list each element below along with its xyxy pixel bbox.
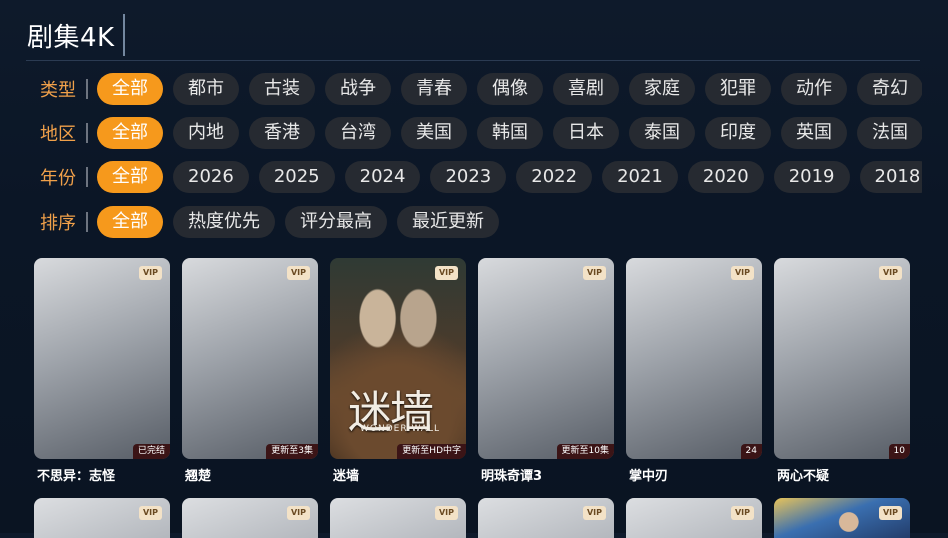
poster-image: VIP 已完结 [34, 258, 170, 459]
chip-hongkong[interactable]: 香港 [249, 117, 315, 149]
filter-row-type: 类型 全部 都市 古装 战争 青春 偶像 喜剧 家庭 犯罪 动作 奇幻 [0, 71, 922, 107]
chip-2020[interactable]: 2020 [687, 161, 764, 193]
filter-row-sort: 排序 全部 热度优先 评分最高 最近更新 [0, 204, 922, 240]
filter-chips-sort: 全部 热度优先 评分最高 最近更新 [97, 206, 509, 238]
filter-chips-type: 全部 都市 古装 战争 青春 偶像 喜剧 家庭 犯罪 动作 奇幻 [97, 73, 922, 105]
chip-comedy[interactable]: 喜剧 [553, 73, 619, 105]
video-title: 翘楚 [185, 469, 212, 484]
poster-subtitle-art: WONDER WALL [360, 424, 441, 434]
vip-badge: VIP [730, 266, 754, 280]
video-title: 明珠奇谭3 [481, 469, 543, 484]
poster-image: VIP [478, 498, 614, 538]
filter-separator [86, 167, 88, 187]
poster-image: VIP 10 [774, 258, 910, 459]
chip-2021[interactable]: 2021 [602, 161, 678, 193]
poster-image: VIP [34, 498, 170, 538]
chip-usa[interactable]: 美国 [401, 117, 467, 149]
chip-korea[interactable]: 韩国 [477, 117, 543, 149]
vip-badge: VIP [434, 506, 458, 520]
chip-youth[interactable]: 青春 [401, 73, 467, 105]
chip-2023[interactable]: 2023 [430, 161, 507, 193]
chip-2022[interactable]: 2022 [516, 161, 593, 193]
chip-war[interactable]: 战争 [325, 73, 391, 105]
chip-all[interactable]: 全部 [97, 117, 163, 149]
chip-2019[interactable]: 2019 [773, 161, 850, 193]
chip-family[interactable]: 家庭 [629, 73, 695, 105]
vip-badge: VIP [730, 506, 754, 520]
chip-crime[interactable]: 犯罪 [705, 73, 771, 105]
chip-japan[interactable]: 日本 [553, 117, 619, 149]
chip-idol[interactable]: 偶像 [477, 73, 543, 105]
filter-chips-year: 全部 2026 2025 2024 2023 2022 2021 2020 20… [97, 161, 922, 193]
chip-taiwan[interactable]: 台湾 [325, 117, 391, 149]
poster-image: VIP [182, 498, 318, 538]
page-title: 剧集4K [27, 22, 115, 53]
vip-badge: VIP [138, 266, 162, 280]
poster-image: VIP [626, 498, 762, 538]
video-title: 不思异：志怪 [37, 469, 116, 484]
chip-mainland[interactable]: 内地 [173, 117, 239, 149]
status-badge: 更新至3集 [266, 444, 318, 459]
chip-2018[interactable]: 2018 [859, 161, 922, 193]
filter-chips-region: 全部 内地 香港 台湾 美国 韩国 日本 泰国 印度 英国 法国 [97, 117, 922, 149]
chip-all[interactable]: 全部 [97, 206, 163, 238]
filter-separator [86, 123, 88, 143]
chip-france[interactable]: 法国 [857, 117, 922, 149]
vip-badge: VIP [434, 266, 458, 280]
status-badge: 更新至HD中字 [397, 444, 466, 459]
status-badge: 已完结 [132, 444, 170, 459]
chip-fantasy[interactable]: 奇幻 [857, 73, 922, 105]
filter-label-region: 地区 [40, 124, 76, 145]
poster-image: VIP [774, 498, 910, 538]
chip-urban[interactable]: 都市 [173, 73, 239, 105]
poster-image: 迷墙 WONDER WALL VIP 更新至HD中字 [330, 258, 466, 459]
poster-image: VIP 更新至3集 [182, 258, 318, 459]
status-badge: 10 [888, 444, 910, 459]
poster-image: VIP 24 [626, 258, 762, 459]
title-cursor [122, 14, 125, 56]
video-title: 掌中刃 [629, 469, 669, 484]
chip-india[interactable]: 印度 [705, 117, 771, 149]
video-title: 两心不疑 [777, 469, 830, 484]
vip-badge: VIP [878, 266, 902, 280]
chip-uk[interactable]: 英国 [781, 117, 847, 149]
chip-popular[interactable]: 热度优先 [173, 206, 275, 238]
vip-badge: VIP [582, 506, 606, 520]
vip-badge: VIP [582, 266, 606, 280]
chip-all[interactable]: 全部 [97, 73, 163, 105]
vip-badge: VIP [286, 266, 310, 280]
filter-row-region: 地区 全部 内地 香港 台湾 美国 韩国 日本 泰国 印度 英国 法国 [0, 115, 922, 151]
filter-label-type: 类型 [40, 80, 76, 101]
video-title: 迷墙 [333, 469, 360, 484]
chip-2025[interactable]: 2025 [258, 161, 335, 193]
chip-2024[interactable]: 2024 [344, 161, 421, 193]
page-header: 剧集4K [27, 10, 125, 60]
chip-costume[interactable]: 古装 [249, 73, 315, 105]
filter-label-sort: 排序 [40, 213, 76, 234]
filter-row-year: 年份 全部 2026 2025 2024 2023 2022 2021 2020… [0, 159, 922, 195]
status-badge: 更新至10集 [556, 444, 614, 459]
poster-image: VIP 更新至10集 [478, 258, 614, 459]
chip-top-rated[interactable]: 评分最高 [285, 206, 387, 238]
chip-latest[interactable]: 最近更新 [397, 206, 499, 238]
filter-separator [86, 79, 88, 99]
vip-badge: VIP [138, 506, 162, 520]
vip-badge: VIP [286, 506, 310, 520]
vip-badge: VIP [878, 506, 902, 520]
header-divider [26, 60, 920, 61]
chip-all[interactable]: 全部 [97, 161, 163, 193]
chip-thailand[interactable]: 泰国 [629, 117, 695, 149]
filter-label-year: 年份 [40, 168, 76, 189]
chip-2026[interactable]: 2026 [173, 161, 249, 193]
filter-separator [86, 212, 88, 232]
poster-image: VIP [330, 498, 466, 538]
chip-action[interactable]: 动作 [781, 73, 847, 105]
status-badge: 24 [740, 444, 762, 459]
